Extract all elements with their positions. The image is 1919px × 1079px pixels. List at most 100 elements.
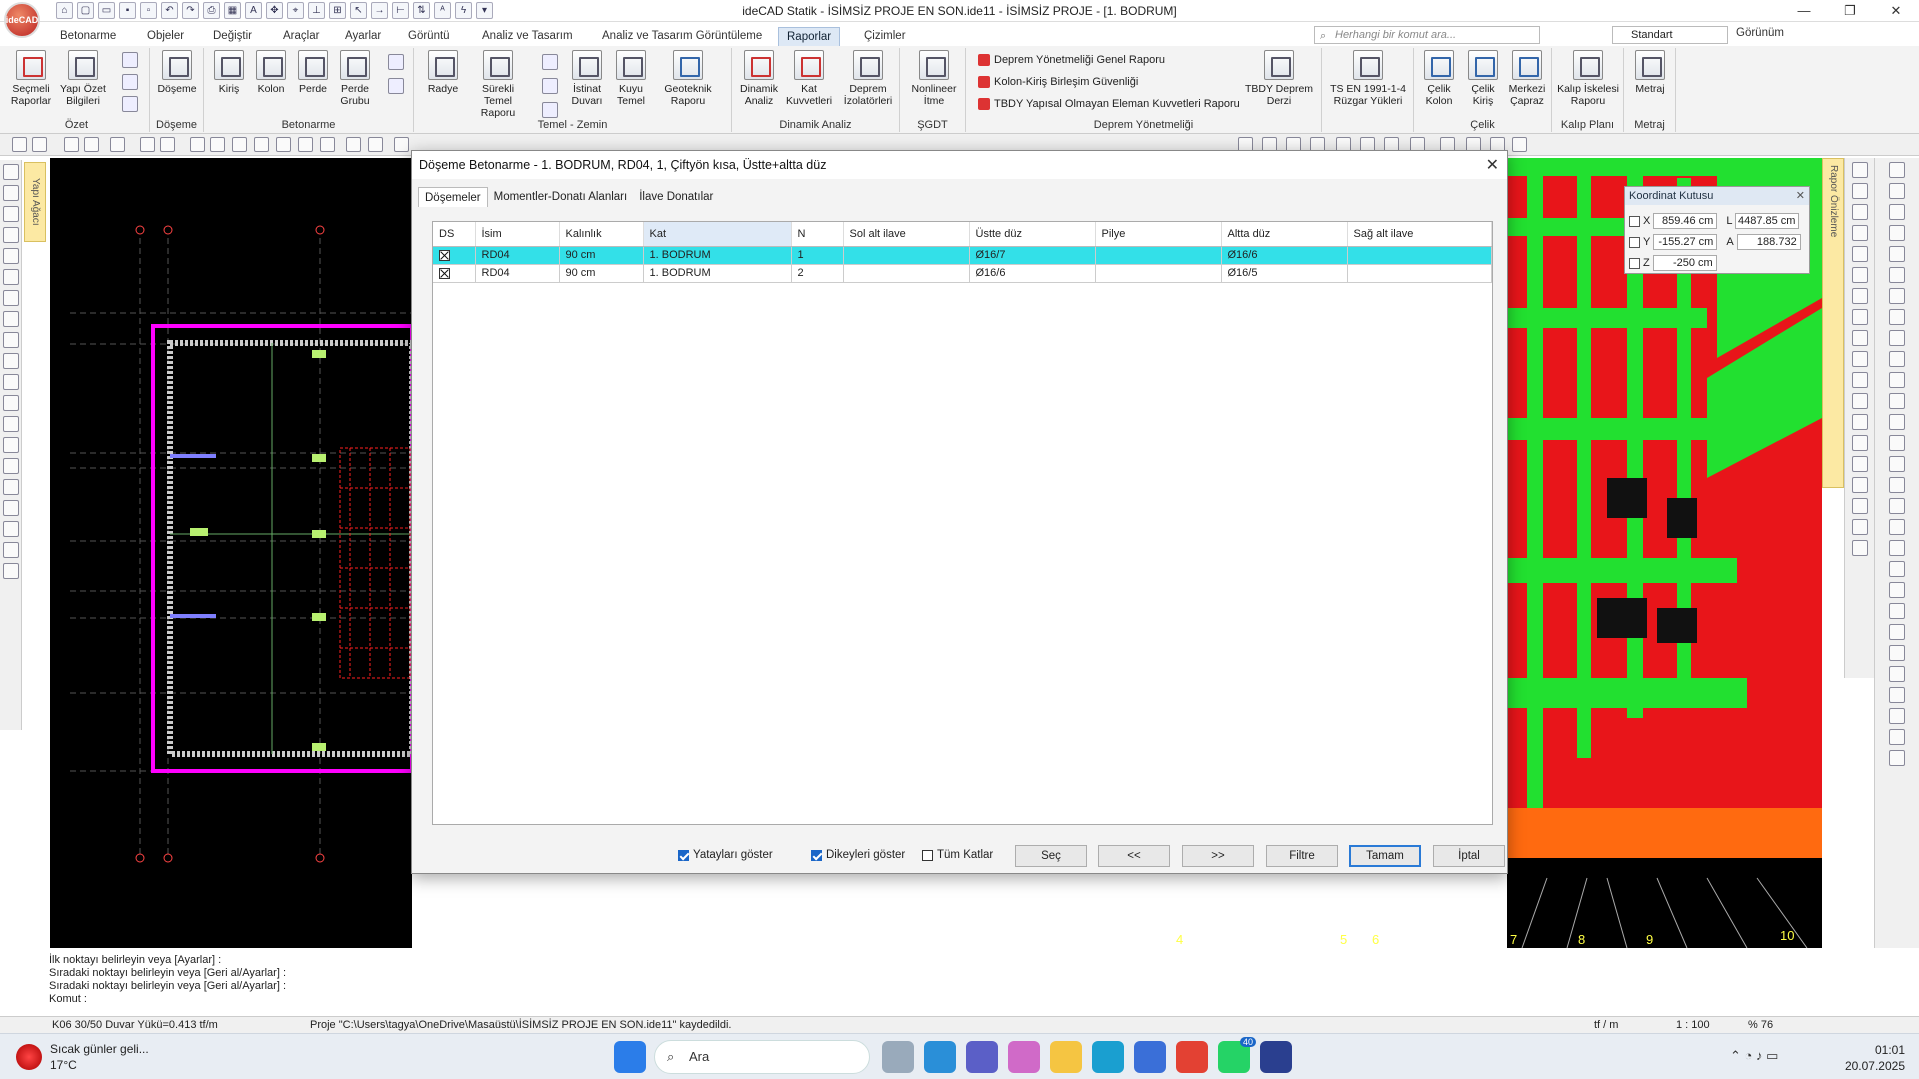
seismic-joint-button[interactable]: TBDY Deprem Derzi — [1242, 50, 1316, 107]
mirror-icon[interactable] — [276, 137, 291, 152]
3d-view-canvas[interactable] — [1507, 158, 1822, 949]
coord-z-checkbox[interactable] — [1629, 257, 1640, 269]
marker-icon[interactable] — [110, 137, 125, 152]
column-header[interactable]: Sağ alt ilave — [1347, 222, 1492, 247]
coord-x-checkbox[interactable] — [1629, 215, 1640, 227]
save-icon[interactable]: ▪ — [119, 2, 136, 19]
tool-icon[interactable] — [1889, 750, 1905, 766]
arrow-icon[interactable]: → — [371, 2, 388, 19]
table-cell[interactable]: Ø16/6 — [1221, 246, 1348, 265]
dimension-tool-icon[interactable] — [2, 395, 19, 411]
ds-checkbox-cell[interactable] — [433, 264, 476, 283]
grid-icon[interactable] — [1512, 137, 1527, 152]
tab-cizimler[interactable]: Çizimler — [856, 27, 914, 46]
extend-icon[interactable] — [346, 137, 361, 152]
binoculars-icon[interactable] — [2, 563, 19, 579]
column-header[interactable]: Sol alt ilave — [843, 222, 970, 247]
minimize-icon[interactable]: — — [1781, 0, 1827, 22]
status-zoom[interactable]: % 76 — [1748, 1017, 1773, 1033]
chrome-icon[interactable] — [1176, 1041, 1208, 1073]
whatsapp-icon[interactable]: 40 — [1218, 1037, 1256, 1073]
report-preview-panel-tab[interactable]: Rapor Önizleme — [1822, 158, 1844, 488]
tab-ilave-donatilar[interactable]: İlave Donatılar — [633, 187, 719, 207]
tool-icon[interactable] — [1889, 561, 1905, 577]
qat-dropdown-icon[interactable]: ▾ — [476, 2, 493, 19]
tab-ayarlar[interactable]: Ayarlar — [337, 27, 389, 46]
tool-icon[interactable] — [1889, 414, 1905, 430]
ds-checkbox-cell[interactable] — [433, 246, 476, 265]
tool-icon[interactable] — [1889, 372, 1905, 388]
wall-group-report-button[interactable]: Perde Grubu — [332, 50, 378, 107]
cancel-button[interactable]: İptal — [1433, 845, 1505, 867]
rotate-icon[interactable] — [232, 137, 247, 152]
building-summary-button[interactable]: Yapı Özet Bilgileri — [60, 50, 106, 107]
small-tool-icon[interactable] — [388, 54, 404, 70]
slab-report-button[interactable]: Döşeme — [154, 50, 200, 95]
status-scale[interactable]: 1 : 100 — [1676, 1017, 1710, 1033]
coord-l-value[interactable]: 4487.85 cm — [1735, 213, 1800, 229]
view-front-icon[interactable] — [1851, 183, 1868, 199]
foundation-view-icon[interactable] — [1851, 372, 1868, 388]
isolators-button[interactable]: Deprem İzolatörleri — [840, 50, 896, 107]
selective-reports-button[interactable]: Seçmeli Raporlar — [8, 50, 54, 107]
undo-icon[interactable]: ↶ — [161, 2, 178, 19]
close-icon[interactable]: ✕ — [1796, 189, 1805, 202]
show-horizontal-checkbox[interactable]: Yatayları göster — [678, 849, 773, 861]
edge-icon[interactable] — [1092, 1041, 1124, 1073]
view-top-icon[interactable] — [1851, 162, 1868, 178]
structure-tree-panel-tab[interactable]: Yapı Ağacı — [24, 162, 46, 242]
cursor-icon[interactable]: ↖ — [350, 2, 367, 19]
filter-button[interactable]: Filtre — [1266, 845, 1338, 867]
clock[interactable]: 01:01 20.07.2025 — [1845, 1042, 1905, 1074]
tool-icon[interactable] — [1889, 351, 1905, 367]
tool-icon[interactable] — [1889, 183, 1905, 199]
block-tool-icon[interactable] — [2, 458, 19, 474]
close-icon[interactable]: ✕ — [1486, 155, 1499, 175]
tool-icon[interactable] — [1889, 666, 1905, 682]
layer-icon[interactable] — [1851, 246, 1868, 262]
previous-button[interactable]: << — [1098, 845, 1170, 867]
tool-icon[interactable] — [1889, 309, 1905, 325]
tool-icon[interactable] — [1889, 225, 1905, 241]
text-icon[interactable]: A — [245, 2, 262, 19]
weather-icon[interactable] — [16, 1044, 42, 1070]
small-report-icon[interactable] — [122, 52, 138, 68]
pencil-icon[interactable] — [64, 137, 79, 152]
offset-icon[interactable] — [368, 137, 383, 152]
column-beam-joint-link[interactable]: Kolon-Kiriş Birleşim Güvenliği — [978, 76, 1138, 88]
taskbar-search[interactable]: ⌕ Ara — [654, 1040, 870, 1074]
tool-icon[interactable] — [1889, 288, 1905, 304]
retaining-wall-button[interactable]: İstinat Duvarı — [564, 50, 610, 107]
floor-forces-button[interactable]: Kat Kuvvetleri — [786, 50, 832, 107]
open-icon[interactable]: ▭ — [98, 2, 115, 19]
central-brace-button[interactable]: Merkezi Çapraz — [1504, 50, 1550, 107]
snap-tool-icon[interactable] — [2, 500, 19, 516]
small-tool-icon[interactable] — [542, 54, 558, 70]
tool-icon[interactable] — [1889, 456, 1905, 472]
table-cell[interactable] — [1095, 264, 1222, 283]
geotechnical-report-button[interactable]: Geoteknik Raporu — [658, 50, 718, 107]
copilot-icon[interactable] — [1008, 1041, 1040, 1073]
window-tool-icon[interactable] — [2, 311, 19, 327]
fillet-icon[interactable] — [394, 137, 409, 152]
lightning-icon[interactable]: ϟ — [455, 2, 472, 19]
zoom-icon[interactable] — [12, 137, 27, 152]
move-icon[interactable] — [190, 137, 205, 152]
checkbox-unchecked[interactable] — [922, 849, 933, 861]
tool-icon[interactable] — [1889, 204, 1905, 220]
column-view-icon[interactable] — [1851, 288, 1868, 304]
table-cell[interactable]: Ø16/7 — [969, 246, 1096, 265]
home-icon[interactable]: ⌂ — [56, 2, 73, 19]
door-tool-icon[interactable] — [2, 332, 19, 348]
trim-icon[interactable] — [320, 137, 335, 152]
next-button[interactable]: >> — [1182, 845, 1254, 867]
flip-icon[interactable]: ⇅ — [413, 2, 430, 19]
array-icon[interactable] — [298, 137, 313, 152]
well-foundation-button[interactable]: Kuyu Temel — [608, 50, 654, 107]
weather-widget[interactable]: Sıcak günler geli... 17°C — [50, 1041, 149, 1073]
microsoft-store-icon[interactable] — [1134, 1041, 1166, 1073]
table-row[interactable]: RD04 90 cm 1. BODRUM 1 Ø16/7 Ø16/6 — [433, 246, 1492, 265]
table-cell[interactable] — [1095, 246, 1222, 265]
move-icon[interactable]: ✥ — [266, 2, 283, 19]
view-side-icon[interactable] — [1851, 204, 1868, 220]
